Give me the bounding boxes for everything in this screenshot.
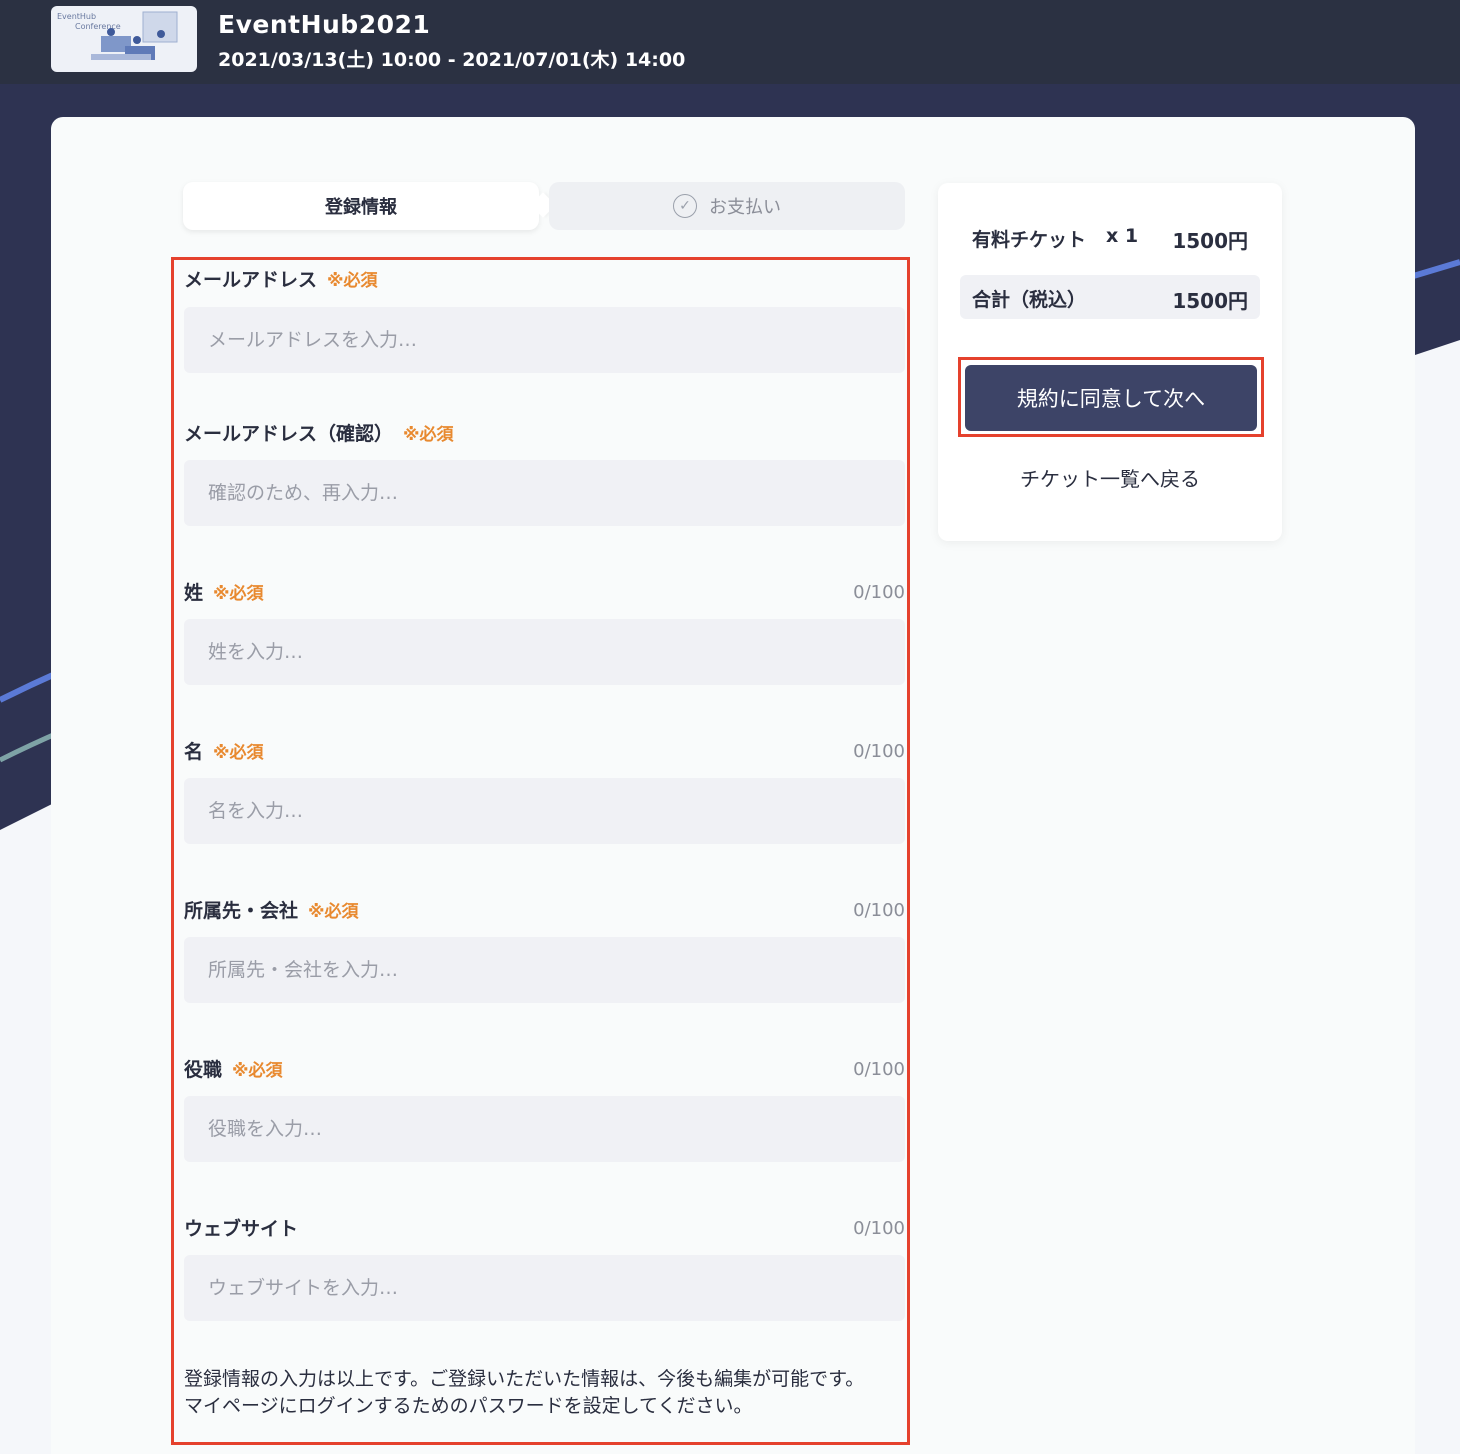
note-line-2: マイページにログインするためのパスワードを設定してください。 — [184, 1395, 753, 1417]
website-label-text: ウェブサイト — [184, 1218, 299, 1240]
email-confirm-field[interactable] — [184, 460, 905, 526]
required-badge: ※必須 — [308, 902, 359, 922]
first-name-label-text: 名 — [184, 741, 204, 763]
total-row: 合計（税込） 1500円 — [960, 275, 1260, 319]
event-thumbnail: EventHub Conference — [51, 6, 197, 72]
email-confirm-label: メールアドレス（確認） ※必須 — [184, 419, 454, 446]
first-name-counter: 0/100 — [853, 741, 905, 762]
last-name-field[interactable] — [184, 619, 905, 685]
position-field[interactable] — [184, 1096, 905, 1162]
website-label: ウェブサイト — [184, 1214, 298, 1241]
email-confirm-label-text: メールアドレス（確認） — [184, 423, 394, 445]
website-counter: 0/100 — [853, 1218, 905, 1239]
step-registration-label: 登録情報 — [325, 197, 397, 218]
note-line-1: 登録情報の入力は以上です。ご登録いただいた情報は、今後も編集が可能です。 — [184, 1368, 865, 1390]
ticket-price: 1500円 — [1172, 229, 1248, 253]
position-label: 役職 ※必須 — [184, 1055, 283, 1082]
agree-and-next-button[interactable]: 規約に同意して次へ — [965, 365, 1257, 431]
step-registration[interactable]: 登録情報 — [183, 182, 539, 230]
ticket-name: 有料チケット — [972, 229, 1087, 251]
event-dates: 2021/03/13(土) 10:00 - 2021/07/01(木) 14:0… — [218, 49, 686, 71]
last-name-label-text: 姓 — [184, 582, 204, 604]
ticket-quantity: x 1 — [1106, 225, 1139, 247]
last-name-counter: 0/100 — [853, 582, 905, 603]
company-counter: 0/100 — [853, 900, 905, 921]
required-badge: ※必須 — [213, 584, 264, 604]
position-counter: 0/100 — [853, 1059, 905, 1080]
position-label-text: 役職 — [184, 1059, 223, 1081]
company-field[interactable] — [184, 937, 905, 1003]
required-badge: ※必須 — [232, 1061, 283, 1081]
company-label-text: 所属先・会社 — [184, 900, 299, 922]
required-badge: ※必須 — [213, 743, 264, 763]
event-header: EventHub Conference EventHub2021 2021/03… — [0, 0, 1460, 84]
required-badge: ※必須 — [327, 271, 378, 291]
email-label-text: メールアドレス — [184, 269, 318, 291]
registration-note: 登録情報の入力は以上です。ご登録いただいた情報は、今後も編集が可能です。 マイペ… — [184, 1366, 864, 1420]
back-to-tickets-link[interactable]: チケット一覧へ戻る — [938, 463, 1282, 492]
step-payment-label: お支払い — [709, 197, 781, 218]
check-circle-icon: ✓ — [673, 194, 697, 218]
event-title: EventHub2021 — [218, 10, 431, 39]
conference-illustration — [91, 11, 178, 60]
first-name-label: 名 ※必須 — [184, 737, 264, 764]
company-label: 所属先・会社 ※必須 — [184, 896, 359, 923]
first-name-field[interactable] — [184, 778, 905, 844]
email-field[interactable] — [184, 307, 905, 373]
last-name-label: 姓 ※必須 — [184, 578, 264, 605]
website-field[interactable] — [184, 1255, 905, 1321]
step-payment[interactable]: ✓ お支払い — [549, 182, 905, 230]
total-label: 合計（税込） — [972, 289, 1087, 311]
order-summary: 有料チケット x 1 1500円 合計（税込） 1500円 規約に同意して次へ … — [938, 183, 1282, 541]
required-badge: ※必須 — [403, 425, 454, 445]
email-label: メールアドレス ※必須 — [184, 265, 378, 292]
total-price: 1500円 — [1172, 289, 1248, 313]
